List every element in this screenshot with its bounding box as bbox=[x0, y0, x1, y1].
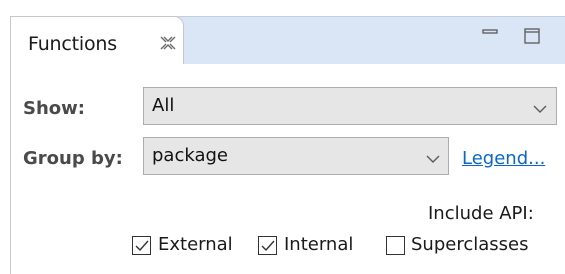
tab-functions[interactable]: Functions bbox=[10, 16, 184, 65]
group-by-label: Group by: bbox=[23, 148, 123, 169]
internal-checkbox-label[interactable]: Internal bbox=[284, 234, 353, 255]
tab-title: Functions bbox=[28, 33, 117, 55]
external-checkbox[interactable] bbox=[132, 236, 151, 255]
superclasses-checkbox[interactable] bbox=[386, 236, 405, 255]
group-by-combo[interactable]: package bbox=[143, 137, 449, 175]
legend-link[interactable]: Legend... bbox=[462, 148, 545, 169]
close-x-icon[interactable] bbox=[159, 34, 177, 52]
maximize-icon[interactable] bbox=[522, 25, 544, 47]
show-combo-value: All bbox=[152, 95, 175, 116]
superclasses-checkbox-label[interactable]: Superclasses bbox=[411, 234, 528, 255]
functions-view: Functions Show: All Group by: package Le… bbox=[0, 0, 565, 274]
group-by-combo-value: package bbox=[152, 145, 228, 166]
include-api-label: Include API: bbox=[428, 203, 534, 224]
external-checkbox-label[interactable]: External bbox=[158, 234, 233, 255]
minimize-icon[interactable] bbox=[480, 25, 502, 47]
chevron-down-icon bbox=[532, 100, 548, 113]
show-label: Show: bbox=[23, 98, 85, 119]
internal-checkbox[interactable] bbox=[258, 236, 277, 255]
show-combo[interactable]: All bbox=[143, 87, 557, 125]
chevron-down-icon bbox=[425, 150, 441, 163]
